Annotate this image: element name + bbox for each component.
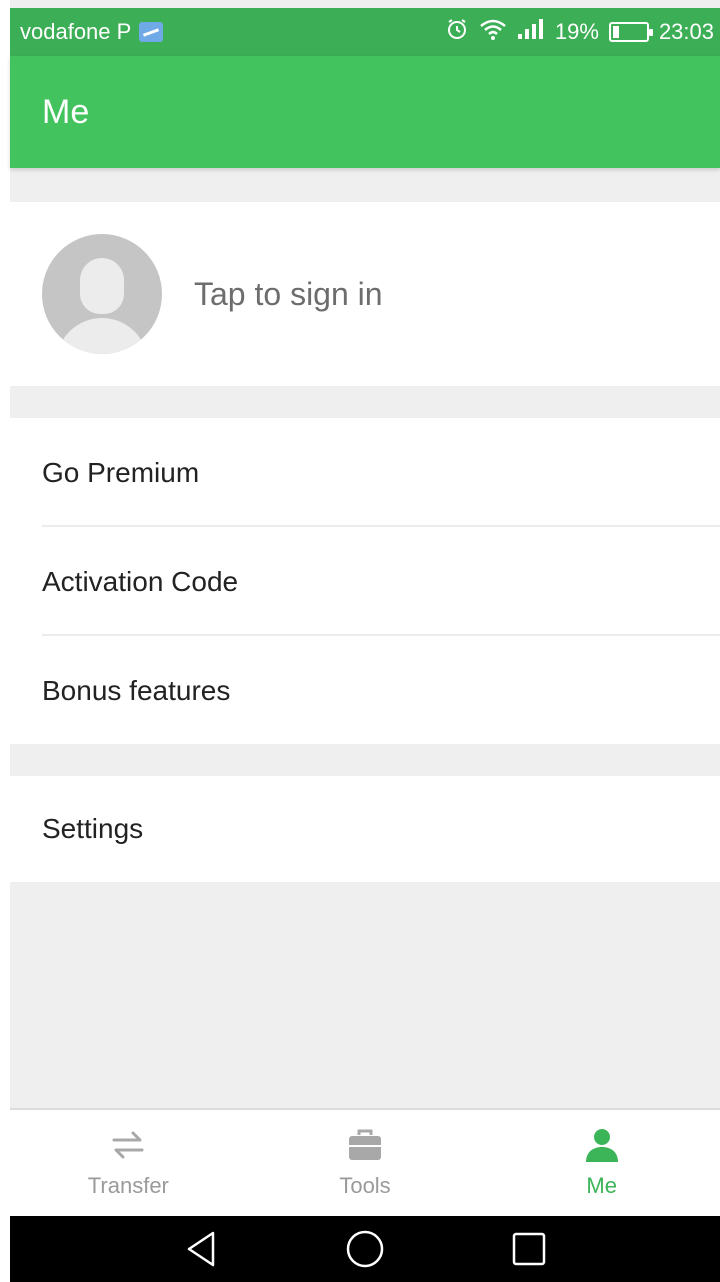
signal-icon: [517, 18, 545, 46]
tab-label: Transfer: [87, 1173, 169, 1198]
system-navigation-bar: [10, 1216, 720, 1282]
home-icon[interactable]: [343, 1227, 387, 1271]
page-title: Me: [42, 92, 90, 131]
menu-item-activation-code[interactable]: Activation Code: [10, 527, 720, 636]
tab-me[interactable]: Me: [483, 1110, 720, 1216]
sign-in-row[interactable]: Tap to sign in: [10, 202, 720, 386]
tab-label: Me: [586, 1173, 617, 1198]
tab-transfer[interactable]: Transfer: [10, 1110, 247, 1216]
menu-item-bonus-features[interactable]: Bonus features: [10, 636, 720, 745]
menu-item-label: Activation Code: [42, 565, 239, 597]
menu-list: Go Premium Activation Code Bonus feature…: [10, 418, 720, 744]
bottom-navigation: Transfer Tools Me: [10, 1108, 720, 1216]
carrier-name: vodafone P: [20, 19, 132, 44]
status-bar: vodafone P 19% 23:03: [10, 8, 720, 56]
battery-percent: 19%: [554, 19, 599, 44]
battery-icon: [608, 22, 653, 42]
settings-section: Settings: [10, 776, 720, 882]
menu-item-settings[interactable]: Settings: [10, 776, 720, 882]
back-icon[interactable]: [179, 1227, 223, 1271]
app-bar: Me: [10, 56, 720, 168]
edge-strip: [0, 0, 10, 1282]
carrier-notification-icon: [139, 22, 164, 42]
status-right: 19% 23:03: [445, 17, 714, 47]
sign-in-label: Tap to sign in: [194, 275, 383, 312]
alarm-icon: [445, 17, 469, 47]
menu-item-go-premium[interactable]: Go Premium: [10, 418, 720, 527]
battery-fill: [612, 26, 620, 38]
transfer-icon: [108, 1127, 148, 1163]
menu-item-label: Go Premium: [42, 456, 200, 488]
tab-label: Tools: [339, 1173, 391, 1198]
avatar-placeholder-icon[interactable]: [42, 234, 162, 354]
tab-tools[interactable]: Tools: [247, 1110, 484, 1216]
avatar-head: [80, 258, 124, 314]
screen: vodafone P 19% 23:03 Me Tap to sign in G…: [0, 0, 720, 1282]
toolbox-icon: [345, 1127, 385, 1163]
wifi-icon: [479, 17, 507, 47]
avatar-body: [56, 318, 148, 354]
clock: 23:03: [658, 19, 714, 44]
recents-icon[interactable]: [507, 1227, 551, 1271]
menu-item-label: Settings: [42, 813, 144, 844]
menu-item-label: Bonus features: [42, 674, 231, 706]
person-icon: [582, 1127, 622, 1163]
status-left: vodafone P: [20, 19, 445, 45]
